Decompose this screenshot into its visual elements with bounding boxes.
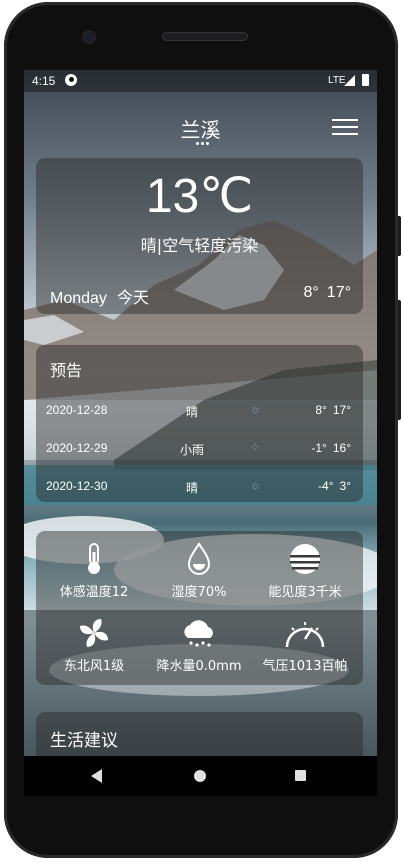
forecast-temps: -4° 3° xyxy=(312,479,351,493)
fan-icon xyxy=(39,615,149,651)
droplet-icon xyxy=(144,541,254,577)
indicator-label: 东北风1级 xyxy=(63,659,125,674)
feels-like-indicator: 体感温度12 xyxy=(39,541,149,600)
rain-cloud-icon xyxy=(144,615,254,651)
city-title: 兰溪 xyxy=(180,118,221,142)
forecast-high: 3° xyxy=(339,479,351,493)
forecast-date: 2020-12-28 xyxy=(46,403,108,417)
network-type: LTE xyxy=(328,75,346,86)
app-screen: 4:15 LTE 兰溪 13℃ 晴|空气轻度污染 Monday 今天 8° 17° … xyxy=(24,70,377,756)
status-time: 4:15 xyxy=(32,74,56,88)
life-advice-title: 生活建议 xyxy=(50,731,118,751)
battery-icon xyxy=(362,74,369,86)
earpiece-speaker xyxy=(162,32,248,41)
current-temperature: 13℃ xyxy=(145,170,254,223)
current-day: Monday 今天 xyxy=(50,284,159,308)
forecast-weather: 小雨 xyxy=(179,443,204,457)
forecast-row[interactable]: 2020-12-30 晴 ☼ -4° 3° xyxy=(36,478,363,499)
back-icon[interactable] xyxy=(91,769,102,783)
forecast-card: 预告 2020-12-28 晴 ☼ 8° 17° 2020-12-29 小雨 ⁘ … xyxy=(36,345,363,502)
day-name: Monday xyxy=(50,290,107,307)
forecast-high: 16° xyxy=(332,441,351,455)
visibility-indicator: 能见度3千米 xyxy=(250,541,360,600)
pressure-indicator: 气压1013百帕 xyxy=(250,615,360,674)
forecast-row[interactable]: 2020-12-28 晴 ☼ 8° 17° xyxy=(36,402,363,423)
forecast-low: 8° xyxy=(315,403,327,417)
home-icon[interactable] xyxy=(194,770,206,782)
forecast-weather: 晴 xyxy=(185,405,198,419)
forecast-row[interactable]: 2020-12-29 小雨 ⁘ -1° 16° xyxy=(36,440,363,461)
forecast-date: 2020-12-30 xyxy=(46,479,108,493)
thermometer-icon xyxy=(39,541,149,577)
sun-icon: ☼ xyxy=(250,402,261,416)
recents-icon[interactable] xyxy=(295,770,306,781)
signal-icon xyxy=(344,75,355,86)
forecast-date: 2020-12-29 xyxy=(46,441,108,455)
sun-haze-icon xyxy=(250,541,360,577)
app-notification-icon xyxy=(65,74,77,86)
forecast-title: 预告 xyxy=(50,361,83,380)
current-condition: 晴|空气轻度污染 xyxy=(140,236,259,255)
indicators-card: 体感温度12 湿度70% 能见度3千米 东北风1级 降水量0.0mm 气压101… xyxy=(36,531,363,685)
status-bar: 4:15 LTE xyxy=(24,70,377,92)
life-advice-card: 生活建议 xyxy=(36,712,363,756)
indicator-label: 体感温度12 xyxy=(59,585,129,600)
low-temp: 8° xyxy=(303,284,319,301)
page-indicator-dots xyxy=(196,142,209,146)
wind-indicator: 东北风1级 xyxy=(39,615,149,674)
high-temp: 17° xyxy=(326,284,351,301)
forecast-high: 17° xyxy=(332,403,351,417)
indicator-label: 湿度70% xyxy=(171,585,227,600)
indicator-label: 降水量0.0mm xyxy=(156,659,242,674)
humidity-indicator: 湿度70% xyxy=(144,541,254,600)
front-camera xyxy=(84,32,94,42)
current-temp-range: 8° 17° xyxy=(296,284,352,302)
forecast-low: -1° xyxy=(311,441,327,455)
current-weather-card: 13℃ 晴|空气轻度污染 Monday 今天 8° 17° xyxy=(36,158,363,314)
sun-icon: ☼ xyxy=(250,478,261,492)
rain-icon: ⁘ xyxy=(250,440,261,454)
forecast-temps: 8° 17° xyxy=(309,403,351,417)
gauge-icon xyxy=(250,615,360,651)
navigation-bar xyxy=(24,756,377,796)
indicator-label: 气压1013百帕 xyxy=(262,659,348,674)
today-label: 今天 xyxy=(116,290,149,307)
indicator-label: 能见度3千米 xyxy=(268,585,342,600)
menu-icon[interactable] xyxy=(332,117,358,137)
forecast-low: -4° xyxy=(318,479,334,493)
precipitation-indicator: 降水量0.0mm xyxy=(144,615,254,674)
forecast-temps: -1° 16° xyxy=(305,441,351,455)
forecast-weather: 晴 xyxy=(185,481,198,495)
